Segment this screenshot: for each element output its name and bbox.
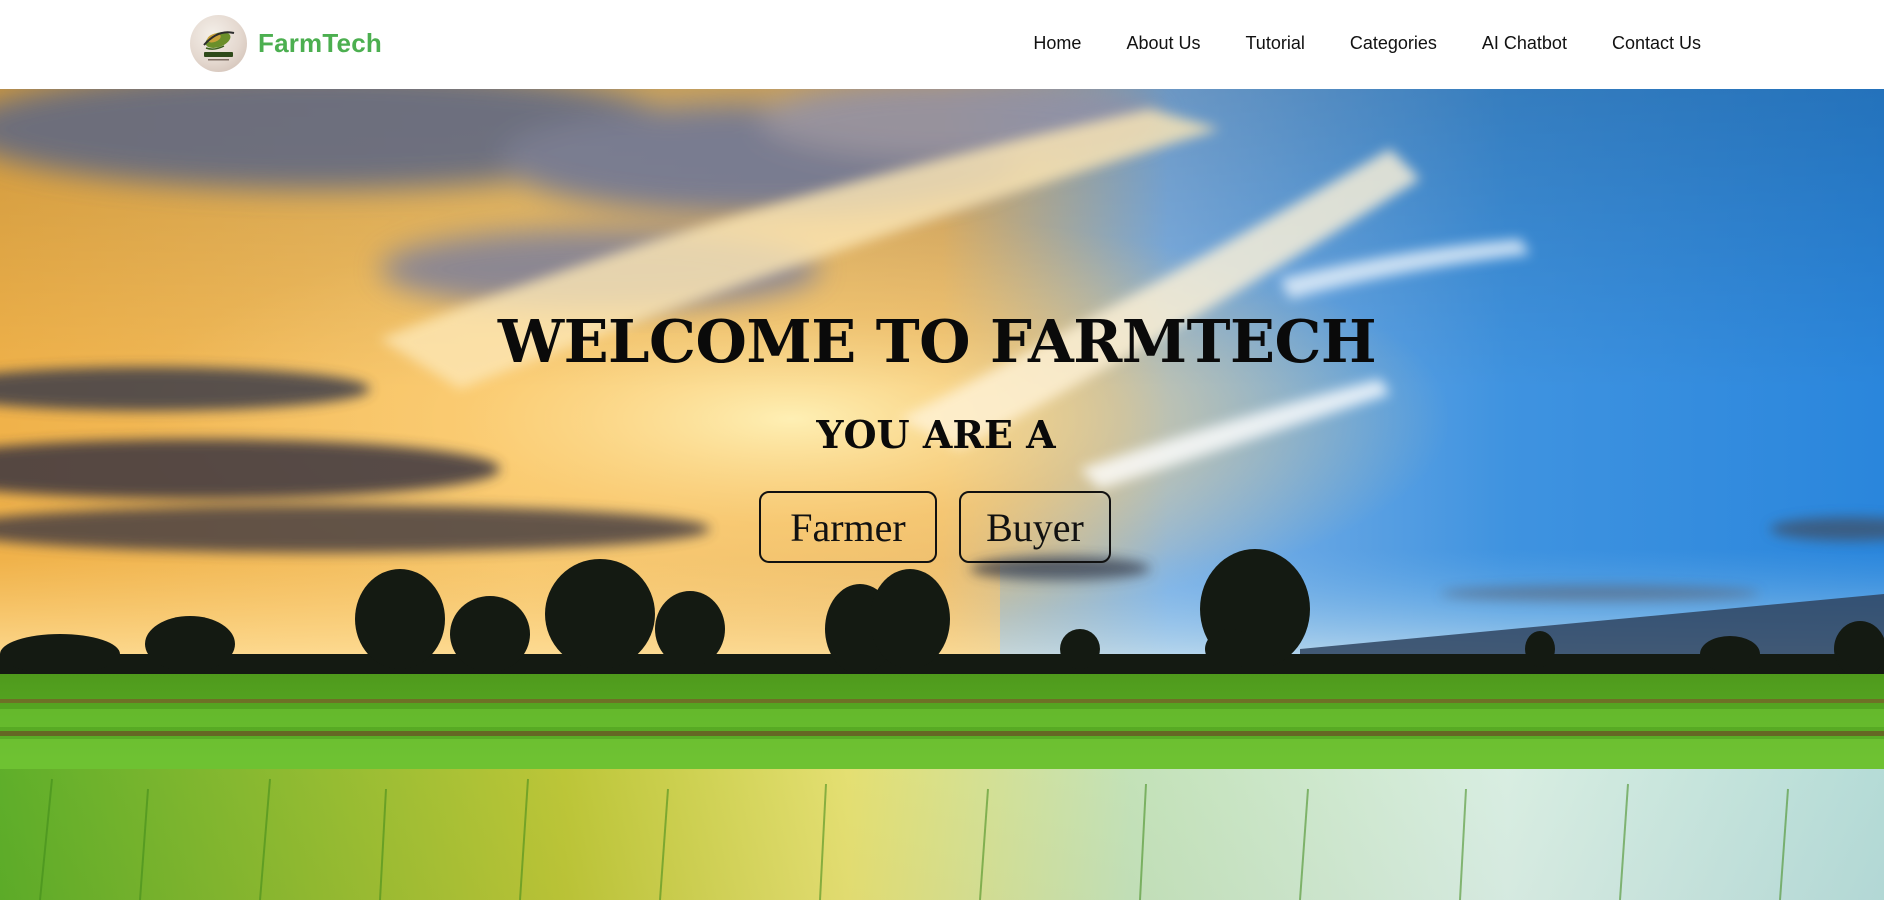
nav-link-ai-chatbot[interactable]: AI Chatbot (1482, 33, 1567, 53)
nav-item-categories: Categories (1350, 33, 1437, 54)
hero-section: WELCOME TO FARMTECH YOU ARE A Farmer Buy… (0, 89, 1884, 900)
nav-item-home: Home (1033, 33, 1081, 54)
brand-home-link[interactable]: FarmTech (190, 14, 382, 72)
site-header: FarmTech Home About Us Tutorial Categori… (0, 0, 1884, 89)
hero-title: WELCOME TO FARMTECH (497, 307, 1377, 376)
nav-item-about-us: About Us (1126, 33, 1200, 54)
nav-link-contact-us[interactable]: Contact Us (1612, 33, 1701, 53)
farmtech-logo (190, 14, 247, 72)
nav-item-contact-us: Contact Us (1612, 33, 1701, 54)
nav-link-about-us[interactable]: About Us (1126, 33, 1200, 53)
leaf-icon (203, 30, 235, 60)
nav-link-categories[interactable]: Categories (1350, 33, 1437, 53)
nav-link-tutorial[interactable]: Tutorial (1245, 33, 1304, 53)
nav-item-ai-chatbot: AI Chatbot (1482, 33, 1567, 54)
hero-subtitle: YOU ARE A (816, 412, 1056, 457)
nav-item-tutorial: Tutorial (1245, 33, 1304, 54)
buyer-button[interactable]: Buyer (959, 491, 1111, 563)
role-choice-group: Farmer Buyer (0, 491, 1884, 563)
brand-name: FarmTech (258, 27, 382, 58)
main-nav: Home About Us Tutorial Categories AI Cha… (1033, 0, 1701, 86)
farmer-button[interactable]: Farmer (759, 491, 937, 563)
nav-link-home[interactable]: Home (1033, 33, 1081, 53)
